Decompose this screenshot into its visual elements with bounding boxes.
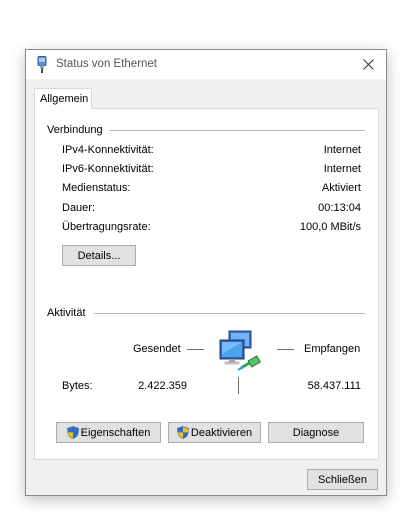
details-button-label: Details... (77, 250, 121, 262)
ipv4-value: Internet (323, 144, 361, 156)
speed-value: 100,0 MBit/s (299, 221, 361, 233)
properties-button-label: Eigenschaften (80, 427, 151, 440)
duration-label: Dauer: (62, 202, 96, 214)
tab-label: Allgemein (40, 93, 89, 105)
activity-group-title: Aktivität (47, 307, 86, 319)
bytes-received-value: 58.437.111 (307, 380, 361, 392)
ipv6-label: IPv6-Konnektivität: (62, 163, 154, 175)
uac-shield-icon (177, 426, 189, 439)
title-bar: Status von Ethernet (26, 50, 386, 79)
connection-group-title: Verbindung (47, 124, 103, 136)
close-button[interactable]: Schließen (307, 469, 378, 490)
bytes-sent-value: 2.422.359 (138, 380, 187, 392)
activity-group-divider (94, 313, 365, 314)
network-computers-icon (217, 330, 263, 379)
received-label: Empfangen (304, 343, 361, 355)
disable-button[interactable]: Deaktivieren (168, 422, 261, 443)
ipv4-label: IPv4-Konnektivität: (62, 144, 154, 156)
bytes-label: Bytes: (62, 380, 93, 392)
sent-label: Gesendet (133, 343, 181, 355)
speed-label: Übertragungsrate: (62, 221, 151, 233)
received-line (277, 349, 294, 350)
media-status-label: Medienstatus: (62, 182, 131, 194)
activity-divider (238, 377, 239, 394)
connection-group-divider (109, 130, 365, 131)
close-button-label: Schließen (318, 474, 367, 486)
diagnose-button-label: Diagnose (292, 427, 340, 439)
uac-shield-icon (66, 426, 79, 439)
close-icon[interactable] (350, 50, 386, 79)
diagnose-button[interactable]: Diagnose (268, 422, 364, 443)
ethernet-status-dialog: Status von Ethernet Allgemein Verbindung… (25, 49, 387, 496)
ipv6-value: Internet (323, 163, 361, 175)
disable-button-label: Deaktivieren (190, 427, 253, 440)
media-status-value: Aktiviert (321, 182, 361, 194)
tab-allgemein[interactable]: Allgemein (34, 88, 92, 109)
window-title: Status von Ethernet (56, 58, 158, 70)
sent-line (187, 349, 204, 350)
duration-value: 00:13:04 (318, 202, 361, 214)
details-button[interactable]: Details... (62, 245, 136, 266)
general-panel: Verbindung IPv4-Konnektivität: Internet … (34, 108, 379, 460)
ethernet-cable-icon (35, 56, 49, 73)
properties-button[interactable]: Eigenschaften (56, 422, 161, 443)
